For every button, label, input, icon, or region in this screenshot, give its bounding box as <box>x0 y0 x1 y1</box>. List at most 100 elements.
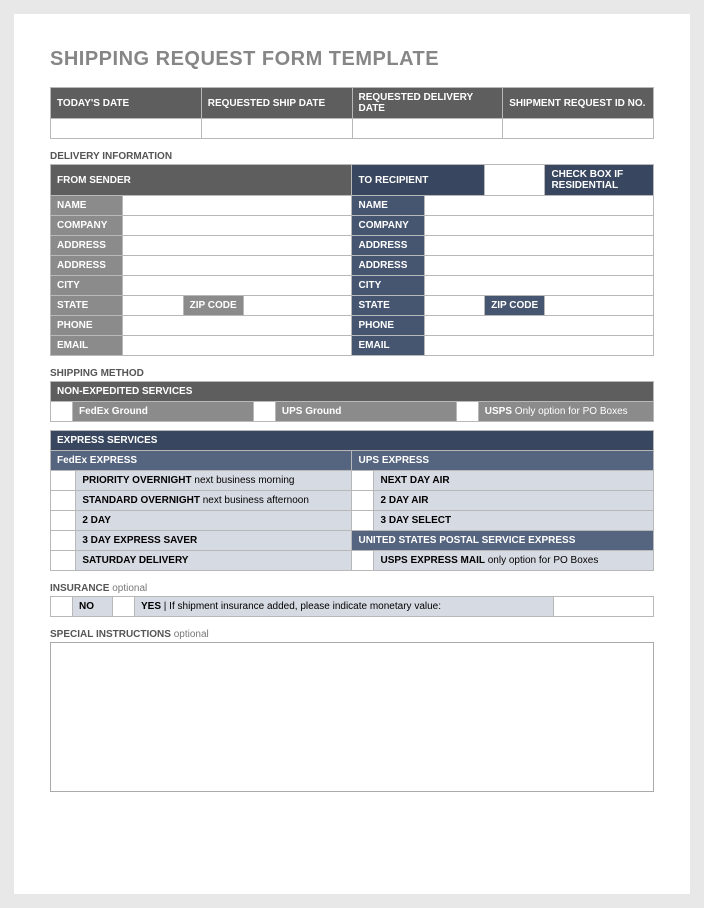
three-day-saver-bold: 3 DAY EXPRESS SAVER <box>82 535 197 546</box>
input-recipient-phone[interactable] <box>424 316 653 336</box>
input-special-instructions[interactable] <box>50 642 654 792</box>
hdr-todays-date: TODAY'S DATE <box>51 88 202 119</box>
insurance-sep: | <box>161 601 169 612</box>
label-recipient-address2: ADDRESS <box>352 256 424 276</box>
usps-bold: USPS <box>485 406 512 417</box>
checkbox-saturday-delivery[interactable] <box>51 551 76 571</box>
checkbox-usps[interactable] <box>456 402 478 422</box>
label-fedex-two-day: 2 DAY <box>76 511 352 531</box>
label-usps-express-mail: USPS EXPRESS MAIL only option for PO Box… <box>374 551 654 571</box>
label-sender-city: CITY <box>51 276 123 296</box>
label-recipient-zip: ZIP CODE <box>485 296 545 316</box>
priority-overnight-note: next business morning <box>192 475 295 486</box>
hdr-req-ship-date: REQUESTED SHIP DATE <box>201 88 352 119</box>
section-insurance: INSURANCE optional <box>50 583 654 594</box>
input-req-ship-date[interactable] <box>201 119 352 139</box>
page-title: SHIPPING REQUEST FORM TEMPLATE <box>50 48 654 71</box>
input-sender-address1[interactable] <box>123 236 352 256</box>
top-header-table: TODAY'S DATE REQUESTED SHIP DATE REQUEST… <box>50 87 654 139</box>
special-instr-optional: optional <box>174 629 209 640</box>
section-shipping-method: SHIPPING METHOD <box>50 368 654 379</box>
hdr-express-services: EXPRESS SERVICES <box>51 431 654 451</box>
standard-overnight-note: next business afternoon <box>200 495 309 506</box>
checkbox-next-day-air[interactable] <box>352 471 374 491</box>
hdr-fedex-express: FedEx EXPRESS <box>51 451 352 471</box>
next-day-bold: NEXT DAY AIR <box>380 475 449 486</box>
checkbox-fedex-ground[interactable] <box>51 402 73 422</box>
input-req-delivery-date[interactable] <box>352 119 503 139</box>
label-insurance-yes: YES | If shipment insurance added, pleas… <box>135 597 554 617</box>
input-recipient-email[interactable] <box>424 336 653 356</box>
label-two-day-air: 2 DAY AIR <box>374 491 654 511</box>
hdr-shipment-id: SHIPMENT REQUEST ID NO. <box>503 88 654 119</box>
label-check-residential: CHECK BOX IF RESIDENTIAL <box>545 165 654 196</box>
checkbox-usps-express-mail[interactable] <box>352 551 374 571</box>
input-sender-email[interactable] <box>123 336 352 356</box>
label-three-day-select: 3 DAY SELECT <box>374 511 654 531</box>
label-usps: USPS Only option for PO Boxes <box>478 402 653 422</box>
express-table: EXPRESS SERVICES FedEx EXPRESS UPS EXPRE… <box>50 430 654 571</box>
label-sender-address1: ADDRESS <box>51 236 123 256</box>
input-recipient-name[interactable] <box>424 196 653 216</box>
input-sender-city[interactable] <box>123 276 352 296</box>
label-recipient-city: CITY <box>352 276 424 296</box>
usps-express-bold: USPS EXPRESS MAIL <box>380 555 484 566</box>
label-insurance-no: NO <box>73 597 113 617</box>
hdr-req-delivery-date: REQUESTED DELIVERY DATE <box>352 88 503 119</box>
input-recipient-city[interactable] <box>424 276 653 296</box>
checkbox-two-day-air[interactable] <box>352 491 374 511</box>
input-sender-address2[interactable] <box>123 256 352 276</box>
non-expedited-table: NON-EXPEDITED SERVICES FedEx Ground UPS … <box>50 381 654 422</box>
saturday-bold: SATURDAY DELIVERY <box>82 555 188 566</box>
standard-overnight-bold: STANDARD OVERNIGHT <box>82 495 200 506</box>
input-recipient-zip[interactable] <box>545 296 654 316</box>
checkbox-three-day-select[interactable] <box>352 511 374 531</box>
section-delivery-info: DELIVERY INFORMATION <box>50 151 654 162</box>
input-recipient-state[interactable] <box>424 296 484 316</box>
input-sender-zip[interactable] <box>243 296 352 316</box>
two-day-air-bold: 2 DAY AIR <box>380 495 428 506</box>
insurance-prompt: If shipment insurance added, please indi… <box>169 601 441 612</box>
label-sender-email: EMAIL <box>51 336 123 356</box>
checkbox-insurance-no[interactable] <box>51 597 73 617</box>
section-special-instructions: SPECIAL INSTRUCTIONS optional <box>50 629 654 640</box>
input-sender-phone[interactable] <box>123 316 352 336</box>
hdr-from-sender: FROM SENDER <box>51 165 352 196</box>
checkbox-residential[interactable] <box>485 165 545 196</box>
checkbox-three-day-saver[interactable] <box>51 531 76 551</box>
label-recipient-company: COMPANY <box>352 216 424 236</box>
input-sender-state[interactable] <box>123 296 183 316</box>
input-recipient-address2[interactable] <box>424 256 653 276</box>
checkbox-priority-overnight[interactable] <box>51 471 76 491</box>
checkbox-insurance-yes[interactable] <box>113 597 135 617</box>
label-recipient-email: EMAIL <box>352 336 424 356</box>
checkbox-fedex-two-day[interactable] <box>51 511 76 531</box>
label-recipient-name: NAME <box>352 196 424 216</box>
checkbox-standard-overnight[interactable] <box>51 491 76 511</box>
input-sender-name[interactable] <box>123 196 352 216</box>
label-sender-phone: PHONE <box>51 316 123 336</box>
input-recipient-address1[interactable] <box>424 236 653 256</box>
label-saturday-delivery: SATURDAY DELIVERY <box>76 551 352 571</box>
checkbox-ups-ground[interactable] <box>253 402 275 422</box>
input-shipment-id[interactable] <box>503 119 654 139</box>
input-todays-date[interactable] <box>51 119 202 139</box>
insurance-label: INSURANCE <box>50 583 109 594</box>
insurance-optional: optional <box>112 583 147 594</box>
form-page: SHIPPING REQUEST FORM TEMPLATE TODAY'S D… <box>14 14 690 894</box>
hdr-ups-express: UPS EXPRESS <box>352 451 654 471</box>
label-three-day-saver: 3 DAY EXPRESS SAVER <box>76 531 352 551</box>
input-recipient-company[interactable] <box>424 216 653 236</box>
usps-note: Only option for PO Boxes <box>512 406 628 417</box>
label-recipient-phone: PHONE <box>352 316 424 336</box>
hdr-usps-express: UNITED STATES POSTAL SERVICE EXPRESS <box>352 531 654 551</box>
label-recipient-address1: ADDRESS <box>352 236 424 256</box>
label-sender-name: NAME <box>51 196 123 216</box>
priority-overnight-bold: PRIORITY OVERNIGHT <box>82 475 191 486</box>
label-sender-state: STATE <box>51 296 123 316</box>
input-insurance-value[interactable] <box>554 597 654 617</box>
label-next-day-air: NEXT DAY AIR <box>374 471 654 491</box>
label-sender-company: COMPANY <box>51 216 123 236</box>
input-sender-company[interactable] <box>123 216 352 236</box>
label-recipient-state: STATE <box>352 296 424 316</box>
